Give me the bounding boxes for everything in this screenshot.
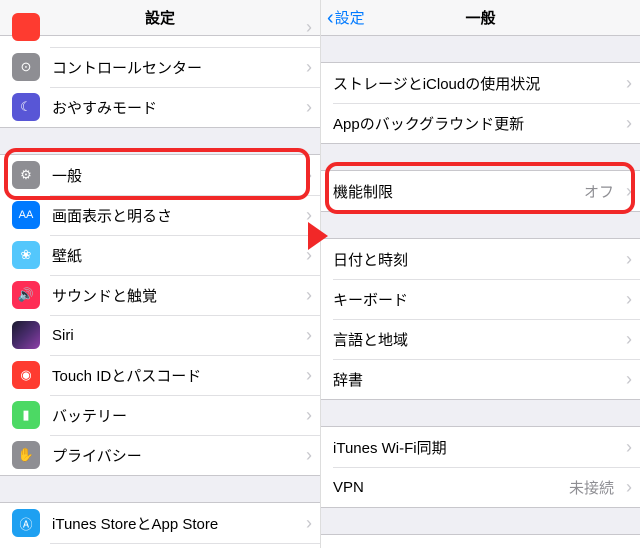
appstore-icon: Ⓐ xyxy=(12,509,40,537)
group-general: ⚙ 一般 › AA 画面表示と明るさ › ❀ 壁紙 › 🔊 サウンドと触覚 › … xyxy=(0,154,320,476)
row-do-not-disturb[interactable]: ☾ おやすみモード › xyxy=(0,87,320,127)
step-arrow-icon xyxy=(308,222,328,250)
row-certificates[interactable]: 認証 › xyxy=(321,535,640,548)
nav-title: 一般 xyxy=(465,7,495,28)
chevron-right-icon: › xyxy=(298,97,320,118)
moon-icon: ☾ xyxy=(12,93,40,121)
row-itunes-wifi-sync[interactable]: iTunes Wi-Fi同期 › xyxy=(321,427,640,467)
row-touchid[interactable]: ◉ Touch IDとパスコード › xyxy=(0,355,320,395)
chevron-right-icon: › xyxy=(298,165,320,186)
row-wallpaper[interactable]: ❀ 壁紙 › xyxy=(0,235,320,275)
chevron-right-icon: › xyxy=(298,285,320,306)
row-siri[interactable]: Siri › xyxy=(0,315,320,355)
chevron-right-icon: › xyxy=(618,73,640,94)
row-vpn[interactable]: VPN 未接続 › xyxy=(321,467,640,507)
chevron-right-icon: › xyxy=(618,181,640,202)
restrictions-status: オフ xyxy=(584,181,614,202)
row-date-time[interactable]: 日付と時刻 › xyxy=(321,239,640,279)
row-restrictions[interactable]: 機能制限 オフ › xyxy=(321,171,640,211)
navbar-right: ‹ 設定 一般 xyxy=(321,0,640,36)
speaker-icon: 🔊 xyxy=(12,281,40,309)
chevron-right-icon: › xyxy=(298,445,320,466)
display-icon: AA xyxy=(12,201,40,229)
row-keyboard[interactable]: キーボード › xyxy=(321,279,640,319)
row-privacy[interactable]: ✋ プライバシー › xyxy=(0,435,320,475)
wallpaper-icon: ❀ xyxy=(12,241,40,269)
notifications-icon xyxy=(12,13,40,41)
row-itunes-store[interactable]: Ⓐ iTunes StoreとApp Store › xyxy=(0,503,320,543)
row-background-refresh[interactable]: Appのバックグラウンド更新 › xyxy=(321,103,640,143)
row-general[interactable]: ⚙ 一般 › xyxy=(0,155,320,195)
chevron-right-icon: › xyxy=(618,329,640,350)
vpn-status: 未接続 xyxy=(569,477,614,498)
row-language-region[interactable]: 言語と地域 › xyxy=(321,319,640,359)
row-battery[interactable]: ▮ バッテリー › xyxy=(0,395,320,435)
fingerprint-icon: ◉ xyxy=(12,361,40,389)
row-wallet[interactable]: ▭ WalletとApple Pay › xyxy=(0,543,320,548)
control-center-icon: ⊙ xyxy=(12,53,40,81)
chevron-left-icon: ‹ xyxy=(327,8,334,28)
chevron-right-icon: › xyxy=(298,365,320,386)
chevron-right-icon: › xyxy=(618,113,640,134)
back-button[interactable]: ‹ 設定 xyxy=(327,7,365,28)
row-dictionary[interactable]: 辞書 › xyxy=(321,359,640,399)
chevron-right-icon: › xyxy=(618,369,640,390)
chevron-right-icon: › xyxy=(298,513,320,534)
gear-icon: ⚙ xyxy=(12,161,40,189)
hand-icon: ✋ xyxy=(12,441,40,469)
chevron-right-icon: › xyxy=(298,57,320,78)
chevron-right-icon: › xyxy=(298,17,320,38)
row-sounds[interactable]: 🔊 サウンドと触覚 › xyxy=(0,275,320,315)
chevron-right-icon: › xyxy=(298,405,320,426)
row-display[interactable]: AA 画面表示と明るさ › xyxy=(0,195,320,235)
siri-icon xyxy=(12,321,40,349)
chevron-right-icon: › xyxy=(618,249,640,270)
chevron-right-icon: › xyxy=(298,325,320,346)
row-control-center[interactable]: ⊙ コントロールセンター › xyxy=(0,47,320,87)
chevron-right-icon: › xyxy=(618,545,640,548)
back-label: 設定 xyxy=(335,7,365,28)
settings-root-screen: 設定 › ⊙ コントロールセンター › ☾ おやすみモード › ⚙ 一般 › A… xyxy=(0,0,320,548)
row-cut-top[interactable]: › xyxy=(0,7,320,47)
chevron-right-icon: › xyxy=(618,289,640,310)
chevron-right-icon: › xyxy=(618,477,640,498)
row-storage-icloud[interactable]: ストレージとiCloudの使用状況 › xyxy=(321,63,640,103)
general-screen: ‹ 設定 一般 ストレージとiCloudの使用状況 › Appのバックグラウンド… xyxy=(320,0,640,548)
chevron-right-icon: › xyxy=(618,437,640,458)
battery-icon: ▮ xyxy=(12,401,40,429)
